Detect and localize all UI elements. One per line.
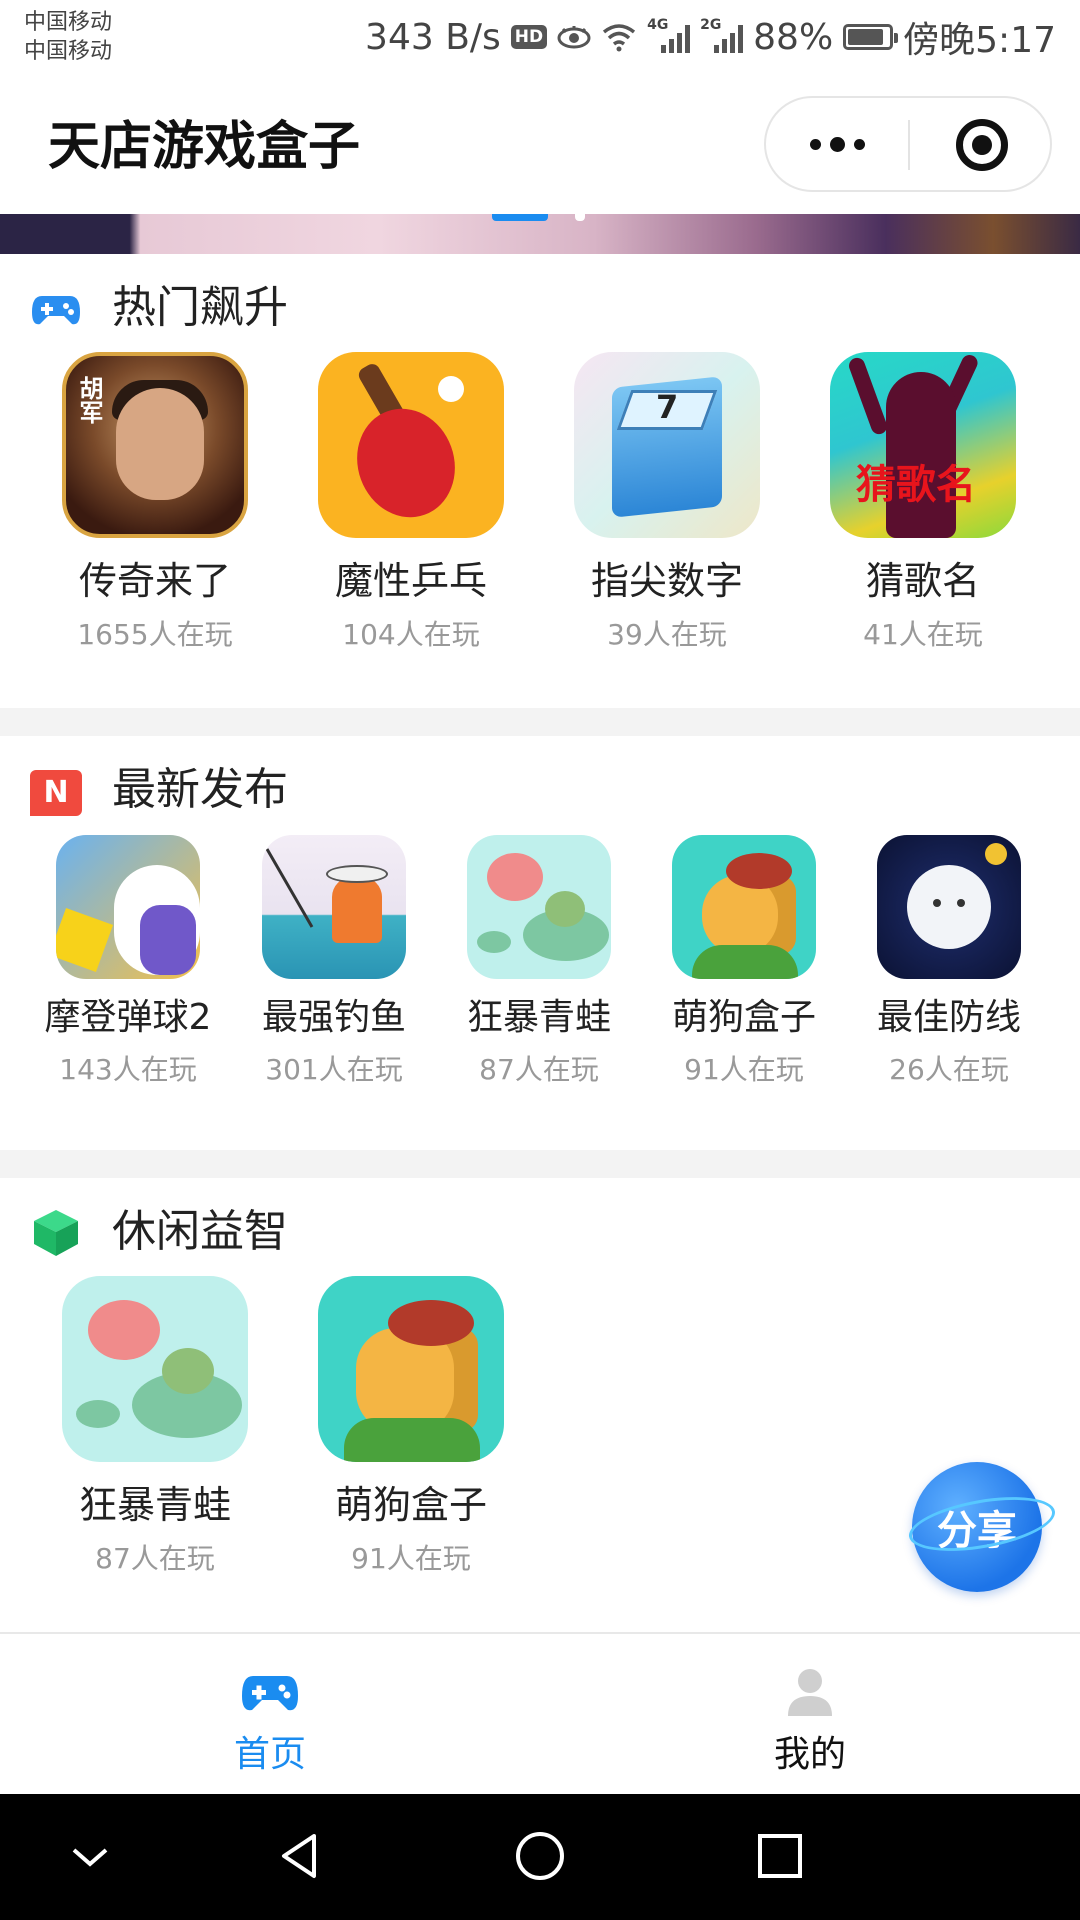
tab-mine-label: 我的 (773, 1734, 846, 1775)
gamepad-icon (242, 1676, 298, 1711)
system-navigation-bar (0, 1794, 1080, 1920)
player-count: 87人在玩 (479, 1053, 599, 1086)
tab-mine[interactable]: 我的 (540, 1634, 1080, 1794)
section-header: 休闲益智 (30, 1202, 288, 1262)
wifi-icon (603, 24, 636, 52)
eye-icon (557, 26, 591, 49)
player-count: 39人在玩 (607, 618, 727, 651)
game-name: 狂暴青蛙 (466, 997, 611, 1038)
game-name: 最佳防线 (876, 997, 1021, 1038)
section-header: N 最新发布 (30, 760, 288, 820)
game-icon[interactable]: 猜歌名 (830, 352, 1016, 538)
user-icon (788, 1669, 832, 1716)
tab-bar: 首页 我的 (0, 1632, 1080, 1794)
hd-icon: HD (510, 25, 548, 49)
game-name: 萌狗盒子 (334, 1483, 487, 1527)
status-bar: 中国移动 中国移动 343 B/s HD 4G 2G 88% 傍晚5:17 (0, 0, 1080, 78)
section-casual: 休闲益智 狂暴青蛙 87人在玩 萌狗盒子 91人在玩 (0, 1178, 1080, 1632)
game-icon[interactable] (62, 1276, 248, 1462)
carrier-2: 中国移动 (24, 39, 113, 64)
game-icon[interactable] (318, 352, 504, 538)
game-card-defense[interactable]: 最佳防线 26人在玩 (845, 835, 1053, 1089)
close-miniprogram-button[interactable] (956, 119, 1008, 171)
game-icon[interactable] (56, 835, 200, 979)
game-card-number[interactable]: 7 指尖数字 39人在玩 (555, 352, 779, 654)
cube-icon (34, 1210, 78, 1256)
player-count: 91人在玩 (684, 1053, 804, 1086)
game-name: 最强钓鱼 (261, 997, 406, 1038)
more-menu-button[interactable] (766, 98, 908, 190)
player-count: 91人在玩 (351, 1542, 471, 1575)
chevron-down-icon[interactable] (60, 1826, 120, 1886)
player-count: 1655人在玩 (77, 618, 233, 651)
game-name: 狂暴青蛙 (78, 1483, 231, 1527)
banner-indicator-active (492, 214, 548, 221)
section-title: 最新发布 (112, 764, 288, 815)
home-icon[interactable] (510, 1826, 570, 1886)
game-card-dog[interactable]: 萌狗盒子 91人在玩 (299, 1276, 523, 1578)
clock: 傍晚5:17 (903, 20, 1056, 61)
game-card-song[interactable]: 猜歌名 猜歌名 41人在玩 (811, 352, 1035, 654)
game-icon[interactable] (467, 835, 611, 979)
game-card-dog[interactable]: 萌狗盒子 91人在玩 (640, 835, 848, 1089)
battery-icon (843, 24, 899, 50)
recent-apps-icon[interactable] (750, 1826, 810, 1886)
tab-home[interactable]: 首页 (0, 1634, 540, 1794)
game-icon[interactable]: 7 (574, 352, 760, 538)
battery-percent: 88% (753, 16, 834, 58)
game-card-fishing[interactable]: 最强钓鱼 301人在玩 (230, 835, 438, 1089)
game-icon[interactable]: 胡军 (62, 352, 248, 538)
more-dots-icon (809, 138, 821, 150)
gamepad-icon (32, 296, 80, 325)
game-name: 摩登弹球2 (44, 997, 212, 1038)
carrier-info: 中国移动 中国移动 (24, 8, 112, 66)
game-name: 传奇来了 (78, 559, 231, 603)
game-card-frog[interactable]: 狂暴青蛙 87人在玩 (435, 835, 643, 1089)
page-title: 天店游戏盒子 (48, 117, 361, 177)
game-card-pinball[interactable]: 摩登弹球2 143人在玩 (24, 835, 232, 1089)
game-name: 猜歌名 (865, 559, 980, 603)
game-name: 魔性乒乓 (334, 559, 487, 603)
section-hot: 热门飙升 胡军 传奇来了 1655人在玩 魔性乒乓 104人在玩 7 指尖数字 … (0, 254, 1080, 708)
section-divider (0, 708, 1080, 736)
player-count: 26人在玩 (889, 1053, 1009, 1086)
player-count: 301人在玩 (265, 1053, 403, 1086)
game-icon[interactable] (318, 1276, 504, 1462)
nav-bar: 天店游戏盒子 (0, 78, 1080, 214)
section-title: 休闲益智 (112, 1206, 288, 1257)
signal-4g-icon: 4G (647, 17, 691, 53)
game-icon[interactable] (672, 835, 816, 979)
tab-home-label: 首页 (233, 1734, 306, 1775)
player-count: 104人在玩 (342, 618, 480, 651)
game-card-legend[interactable]: 胡军 传奇来了 1655人在玩 (43, 352, 267, 654)
game-name: 指尖数字 (590, 559, 743, 603)
section-new: N 最新发布 摩登弹球2 143人在玩 最强钓鱼 301人在玩 狂暴青蛙 87人… (0, 736, 1080, 1150)
game-icon[interactable] (262, 835, 406, 979)
section-title: 热门飙升 (112, 282, 288, 333)
banner-indicator (575, 214, 585, 221)
status-indicators: 343 B/s HD 4G 2G 88% 傍晚5:17 (365, 14, 1056, 62)
player-count: 41人在玩 (863, 618, 983, 651)
network-speed: 343 B/s (365, 16, 501, 58)
signal-2g-icon: 2G (700, 17, 744, 53)
capsule-divider (908, 120, 910, 170)
section-header: 热门飙升 (30, 278, 288, 338)
game-card-frog[interactable]: 狂暴青蛙 87人在玩 (43, 1276, 267, 1578)
new-badge-icon: N (30, 770, 82, 816)
player-count: 87人在玩 (95, 1542, 215, 1575)
mini-program-capsule (764, 96, 1052, 192)
player-count: 143人在玩 (59, 1053, 197, 1086)
game-name: 萌狗盒子 (671, 997, 816, 1038)
banner-carousel[interactable] (0, 214, 1080, 254)
game-icon[interactable] (877, 835, 1021, 979)
back-icon[interactable] (270, 1826, 330, 1886)
carrier-1: 中国移动 (24, 10, 113, 35)
section-divider (0, 1150, 1080, 1178)
game-card-pingpong[interactable]: 魔性乒乓 104人在玩 (299, 352, 523, 654)
